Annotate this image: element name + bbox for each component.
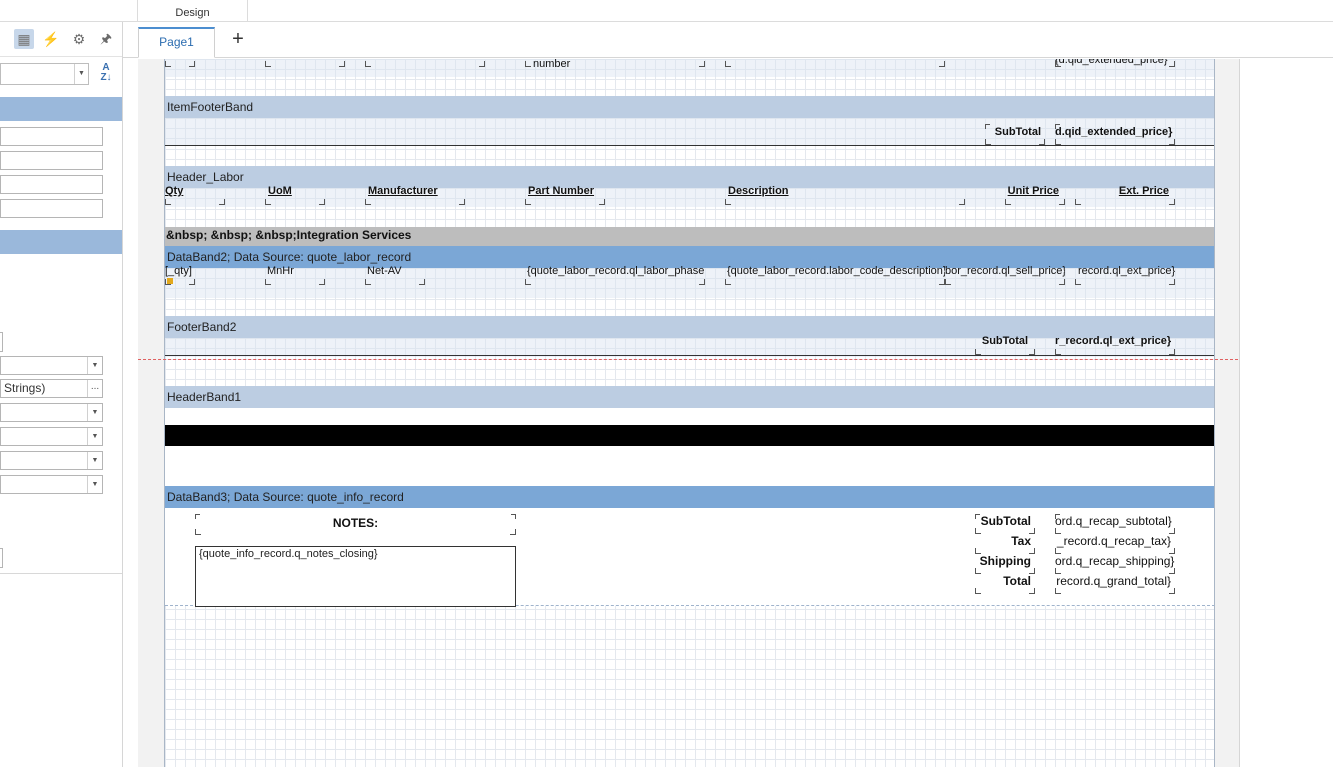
column-header[interactable]: Manufacturer	[365, 184, 465, 205]
property-category-header[interactable]	[0, 97, 122, 121]
property-dropdown[interactable]: ▼	[0, 356, 103, 375]
notes-label[interactable]: NOTES:	[195, 515, 516, 535]
property-dropdown[interactable]: ▼	[0, 475, 103, 494]
property-field[interactable]	[0, 151, 103, 170]
report-page[interactable]: number {d.qid_extended_price} ItemFooter…	[164, 59, 1215, 767]
property-field[interactable]	[0, 199, 103, 218]
report-designer: Page1 + number {d.qid_extended_price} It…	[123, 22, 1333, 767]
collection-value: Strings)	[4, 381, 46, 395]
properties-panel: ▦ ⚡ ⚙ 🖈 ▼ A Z↓ ▼ Strings) ... ▼ ▼ ▼ ▼	[0, 22, 123, 767]
summary-label-shipping[interactable]: Shipping	[975, 554, 1035, 574]
band-body[interactable]	[165, 408, 1214, 488]
property-category-header[interactable]	[0, 230, 122, 254]
summary-label-total[interactable]: Total	[975, 574, 1035, 594]
chevron-down-icon[interactable]: ▼	[87, 357, 102, 374]
data-field[interactable]: bor_record.ql_sell_price}	[945, 264, 1065, 285]
data-field[interactable]: {quote_labor_record.labor_code_descripti…	[725, 264, 945, 285]
summary-value-shipping[interactable]: ord.q_recap_shipping}	[1055, 554, 1175, 574]
report-text-object[interactable]	[165, 59, 195, 67]
band-title[interactable]: DataBand3; Data Source: quote_info_recor…	[165, 486, 1214, 508]
subtotal-value[interactable]: d.qid_extended_price}	[1055, 125, 1175, 145]
subtotal-label[interactable]: SubTotal	[985, 125, 1045, 145]
events-icon[interactable]: ⚡	[41, 29, 61, 49]
data-field[interactable]: {quote_labor_record.ql_labor_phase	[525, 264, 705, 285]
report-text-object[interactable]	[725, 59, 945, 67]
band-separator-line	[165, 145, 1214, 146]
add-page-button[interactable]: +	[227, 28, 249, 50]
page-break-line	[138, 359, 1238, 360]
column-header[interactable]: Description	[725, 184, 965, 205]
warning-marker-icon	[167, 278, 173, 284]
chevron-down-icon[interactable]: ▼	[87, 404, 102, 421]
chevron-down-icon[interactable]: ▼	[87, 476, 102, 493]
gear-icon[interactable]: ⚙	[69, 29, 89, 49]
chevron-down-icon[interactable]: ▼	[87, 428, 102, 445]
page-tab-bar: Page1 +	[123, 22, 1333, 58]
property-field[interactable]	[0, 127, 103, 146]
column-header[interactable]: Qty	[165, 184, 225, 205]
tab-page1[interactable]: Page1	[138, 27, 215, 58]
column-header[interactable]: Ext. Price	[1075, 184, 1175, 205]
property-collection-field[interactable]: Strings) ...	[0, 379, 103, 398]
pin-icon[interactable]: 🖈	[96, 29, 116, 49]
subtotal-value[interactable]: r_record.ql_ext_price}	[1055, 334, 1175, 355]
data-field[interactable]: MnHr	[265, 264, 325, 285]
subtotal-label[interactable]: SubTotal	[975, 334, 1035, 355]
band-title[interactable]: ItemFooterBand	[165, 96, 1214, 118]
report-text-object[interactable]	[265, 59, 345, 67]
top-tab-strip: Design	[0, 0, 1333, 22]
tab-design[interactable]: Design	[138, 0, 248, 22]
property-field[interactable]	[0, 548, 3, 568]
properties-icon[interactable]: ▦	[14, 29, 34, 49]
data-field[interactable]: record.ql_ext_price}	[1075, 264, 1175, 285]
integration-services-row[interactable]: &nbsp; &nbsp; &nbsp;Integration Services	[165, 227, 1214, 246]
page-right-margin	[1239, 59, 1240, 767]
sort-alpha-icon[interactable]: A Z↓	[97, 63, 115, 83]
black-divider-bar[interactable]	[165, 425, 1214, 446]
summary-label-tax[interactable]: Tax	[975, 534, 1035, 554]
notes-closing-field[interactable]: {quote_info_record.q_notes_closing}	[195, 546, 516, 607]
property-dropdown[interactable]: ▼	[0, 427, 103, 446]
column-header[interactable]: Part Number	[525, 184, 605, 205]
property-field[interactable]	[0, 175, 103, 194]
summary-value-subtotal[interactable]: ord.q_recap_subtotal}	[1055, 514, 1175, 534]
report-text-object[interactable]: number	[525, 59, 705, 67]
report-text-object[interactable]	[365, 59, 485, 67]
panel-divider	[0, 573, 122, 574]
summary-value-total[interactable]: record.q_grand_total}	[1055, 574, 1175, 594]
ellipsis-button[interactable]: ...	[87, 380, 102, 397]
data-field[interactable]: Net-AV	[365, 264, 425, 285]
summary-value-tax[interactable]: _record.q_recap_tax}	[1055, 534, 1175, 554]
component-selector[interactable]: ▼	[0, 63, 89, 85]
chevron-down-icon[interactable]: ▼	[87, 452, 102, 469]
column-header[interactable]: UoM	[265, 184, 325, 205]
toolbar-divider	[0, 56, 122, 57]
property-dropdown[interactable]: ▼	[0, 451, 103, 470]
property-field[interactable]	[0, 332, 3, 352]
summary-label-subtotal[interactable]: SubTotal	[975, 514, 1035, 534]
column-header[interactable]: Unit Price	[1005, 184, 1065, 205]
band-title[interactable]: HeaderBand1	[165, 386, 1214, 408]
report-text-object[interactable]: {d.qid_extended_price}	[1055, 59, 1175, 67]
band-separator-line	[165, 355, 1214, 356]
chevron-down-icon[interactable]: ▼	[74, 64, 88, 84]
property-dropdown[interactable]: ▼	[0, 403, 103, 422]
